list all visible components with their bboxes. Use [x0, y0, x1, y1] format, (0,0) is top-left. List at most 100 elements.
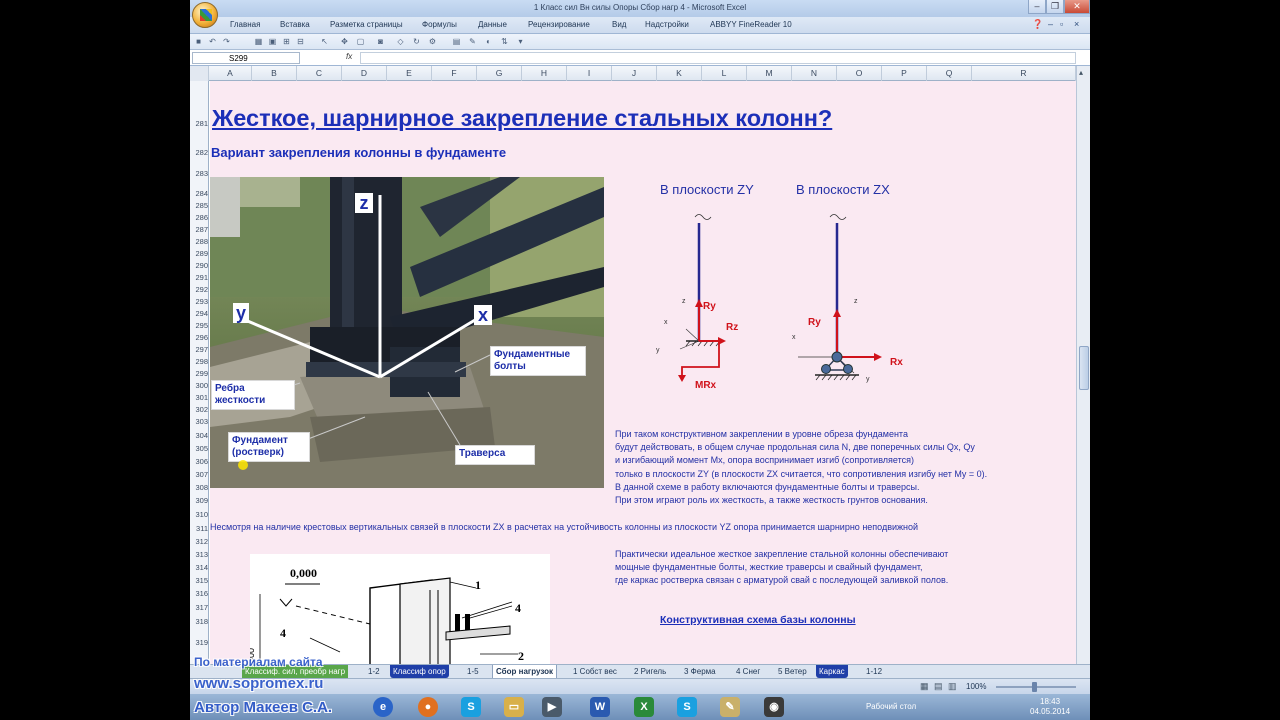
row-header[interactable]: 314 — [190, 563, 208, 572]
row-header[interactable]: 312 — [190, 537, 208, 546]
row-header[interactable]: 293 — [190, 297, 208, 306]
row-header[interactable]: 303 — [190, 417, 208, 426]
row-header[interactable]: 316 — [190, 589, 208, 598]
format-icon[interactable]: ⚙ — [428, 37, 437, 46]
row-header[interactable]: 297 — [190, 345, 208, 354]
desktop-label[interactable]: Рабочий стол — [866, 702, 916, 711]
sheet-tab[interactable]: 4 Снег — [736, 665, 760, 678]
row-header[interactable]: 283 — [190, 169, 208, 178]
camera-icon[interactable]: ◙ — [376, 37, 385, 46]
shape-icon[interactable]: ◇ — [396, 37, 405, 46]
column-header[interactable]: L — [702, 66, 747, 81]
normal-view-icon[interactable]: ▦ — [920, 681, 929, 692]
help-icon[interactable]: ❓ — [1032, 19, 1043, 30]
notes-icon[interactable]: ✎ — [720, 697, 740, 717]
picture-icon[interactable]: ▢ — [356, 37, 365, 46]
column-header[interactable]: B — [252, 66, 297, 81]
column-header[interactable]: J — [612, 66, 657, 81]
word-icon[interactable]: W — [590, 697, 610, 717]
tab-data[interactable]: Данные — [478, 20, 507, 29]
sheet-tab[interactable]: 3 Ферма — [684, 665, 716, 678]
row-header[interactable]: 295 — [190, 321, 208, 330]
row-header[interactable]: 290 — [190, 261, 208, 270]
column-header[interactable]: N — [792, 66, 837, 81]
move-icon[interactable]: ✥ — [340, 37, 349, 46]
row-header[interactable]: 284 — [190, 189, 208, 198]
tab-review[interactable]: Рецензирование — [528, 20, 590, 29]
office-button[interactable] — [192, 2, 218, 28]
fx-icon[interactable]: fx — [346, 52, 352, 61]
sheet-tab[interactable]: 5 Ветер — [778, 665, 807, 678]
column-header[interactable]: C — [297, 66, 342, 81]
border-icon[interactable]: ▦ — [254, 37, 263, 46]
sheet-tab[interactable]: 2 Ригель — [634, 665, 666, 678]
row-header[interactable]: 287 — [190, 225, 208, 234]
tab-addins[interactable]: Надстройки — [645, 20, 689, 29]
tab-view[interactable]: Вид — [612, 20, 626, 29]
rotate-icon[interactable]: ↻ — [412, 37, 421, 46]
tab-abbyy[interactable]: ABBYY FineReader 10 — [710, 20, 792, 29]
column-header[interactable]: H — [522, 66, 567, 81]
skype-icon[interactable]: S — [461, 697, 481, 717]
tab-formulas[interactable]: Формулы — [422, 20, 457, 29]
sheet-tab[interactable]: 1-12 — [866, 665, 882, 678]
row-header[interactable]: 307 — [190, 470, 208, 479]
row-header[interactable]: 315 — [190, 576, 208, 585]
row-header[interactable]: 308 — [190, 483, 208, 492]
row-header[interactable]: 310 — [190, 510, 208, 519]
row-header[interactable]: 285 — [190, 201, 208, 210]
column-header[interactable]: A — [209, 66, 252, 81]
worksheet-area[interactable]: Жесткое, шарнирное закрепление стальных … — [210, 81, 1076, 664]
customize-icon[interactable]: ▾ — [516, 37, 525, 46]
row-header[interactable]: 311 — [190, 524, 208, 533]
sheet-tab-active[interactable]: Сбор нагрузок — [492, 665, 558, 678]
undo-icon[interactable]: ↶ — [208, 37, 217, 46]
column-header[interactable]: P — [882, 66, 927, 81]
sort-icon[interactable]: ⇅ — [500, 37, 509, 46]
column-base-photo[interactable]: z y x Фундаментные болты Ребра жесткости Ф… — [210, 177, 604, 488]
column-header[interactable]: M — [747, 66, 792, 81]
folder-icon[interactable]: ▭ — [504, 697, 524, 717]
table-icon[interactable]: ⊞ — [282, 37, 291, 46]
scroll-thumb[interactable] — [1079, 346, 1089, 390]
row-header[interactable]: 289 — [190, 249, 208, 258]
skype2-icon[interactable]: S — [677, 697, 697, 717]
row-header[interactable]: 286 — [190, 213, 208, 222]
clock[interactable]: 18:43 04.05.2014 — [1030, 697, 1070, 717]
player-icon[interactable]: ▶ — [542, 697, 562, 717]
grid-icon[interactable]: ▣ — [268, 37, 277, 46]
save-icon[interactable]: ■ — [194, 37, 203, 46]
sheet-tab[interactable]: Каркас — [816, 665, 848, 678]
row-header[interactable]: 313 — [190, 550, 208, 559]
excel-icon[interactable]: X — [634, 697, 654, 717]
ribbon-close-icon[interactable]: × — [1074, 19, 1079, 29]
row-header[interactable]: 304 — [190, 431, 208, 440]
maximize-button[interactable]: ❐ — [1046, 0, 1064, 14]
row-header[interactable]: 281 — [190, 119, 208, 128]
row-header[interactable]: 282 — [190, 148, 208, 157]
row-header[interactable]: 302 — [190, 405, 208, 414]
formula-input[interactable] — [360, 52, 1076, 64]
row-header[interactable]: 296 — [190, 333, 208, 342]
row-header[interactable]: 305 — [190, 444, 208, 453]
page-layout-icon[interactable]: ▤ — [934, 681, 943, 692]
tab-insert[interactable]: Вставка — [280, 20, 310, 29]
minimize-button[interactable]: – — [1028, 0, 1046, 14]
ribbon-restore-icon[interactable]: ▫ — [1060, 19, 1063, 29]
column-header[interactable]: O — [837, 66, 882, 81]
row-header[interactable]: 288 — [190, 237, 208, 246]
column-header[interactable]: F — [432, 66, 477, 81]
row-header[interactable]: 300 — [190, 381, 208, 390]
column-header[interactable]: R — [972, 66, 1076, 81]
paint-icon[interactable]: ✎ — [468, 37, 477, 46]
row-header[interactable]: 292 — [190, 285, 208, 294]
tab-home[interactable]: Главная — [230, 20, 260, 29]
fill-icon[interactable]: ◐ — [484, 37, 493, 46]
sheet-tab[interactable]: Классиф опор — [390, 665, 449, 678]
row-header[interactable]: 319 — [190, 638, 208, 647]
column-header[interactable]: K — [657, 66, 702, 81]
close-button[interactable]: ✕ — [1064, 0, 1090, 14]
row-header[interactable]: 317 — [190, 603, 208, 612]
zoom-level[interactable]: 100% — [966, 682, 986, 691]
column-header[interactable]: G — [477, 66, 522, 81]
